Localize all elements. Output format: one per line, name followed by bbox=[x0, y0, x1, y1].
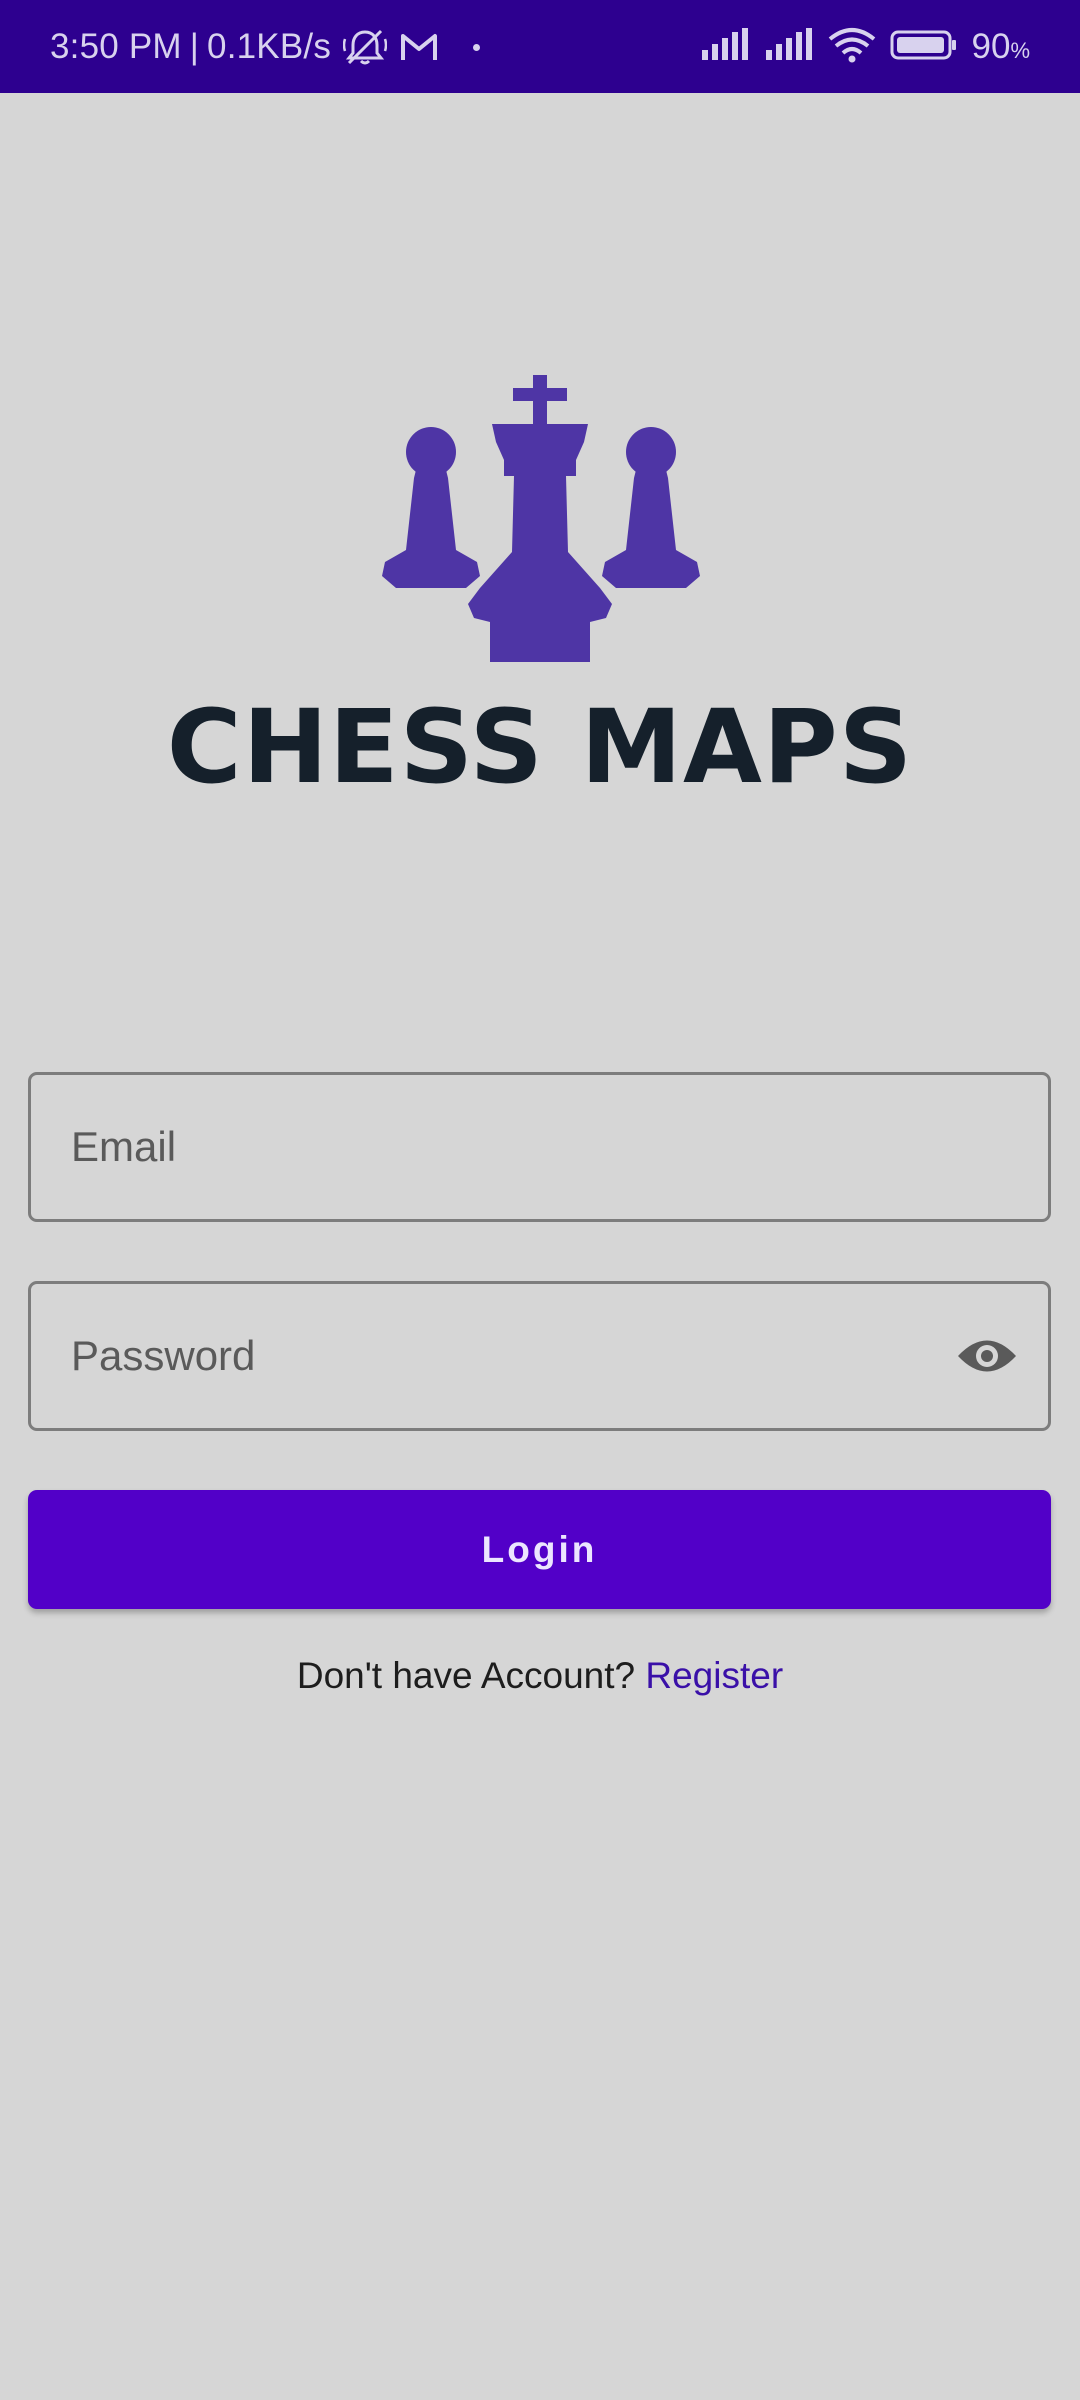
battery-icon bbox=[890, 29, 958, 66]
register-prompt-line: Don't have Account? Register bbox=[0, 1655, 1080, 1697]
status-bar: 3:50 PM | 0.1KB/s 90 % bbox=[0, 0, 1080, 93]
status-time: 3:50 PM bbox=[50, 27, 182, 66]
brand-title: CHESS MAPS bbox=[166, 688, 914, 807]
email-field[interactable] bbox=[71, 1075, 951, 1219]
notification-dot bbox=[473, 43, 481, 51]
password-field[interactable] bbox=[71, 1284, 951, 1428]
battery-percent-unit: % bbox=[1010, 38, 1030, 63]
battery-percent: 90% bbox=[972, 27, 1031, 67]
email-field-container[interactable] bbox=[28, 1072, 1051, 1222]
signal-icon bbox=[764, 27, 814, 67]
wifi-icon bbox=[828, 27, 876, 68]
status-separator: | bbox=[189, 27, 200, 66]
signal-icon bbox=[700, 27, 750, 67]
pawn-icon bbox=[602, 427, 700, 588]
network-speed: 0.1KB/s bbox=[207, 27, 332, 66]
status-left: 3:50 PM | 0.1KB/s bbox=[50, 22, 481, 72]
mute-icon bbox=[343, 27, 388, 67]
pawn-icon bbox=[382, 427, 480, 588]
eye-icon[interactable] bbox=[956, 1328, 1018, 1384]
status-right: 90% bbox=[700, 22, 1031, 72]
password-field-container[interactable] bbox=[28, 1281, 1051, 1431]
register-prompt: Don't have Account? bbox=[296, 1655, 636, 1696]
battery-percent-value: 90 bbox=[971, 27, 1011, 66]
login-button[interactable]: Login bbox=[28, 1490, 1051, 1609]
gmail-icon bbox=[399, 30, 439, 64]
register-link[interactable]: Register bbox=[645, 1655, 783, 1696]
king-icon bbox=[468, 375, 612, 662]
